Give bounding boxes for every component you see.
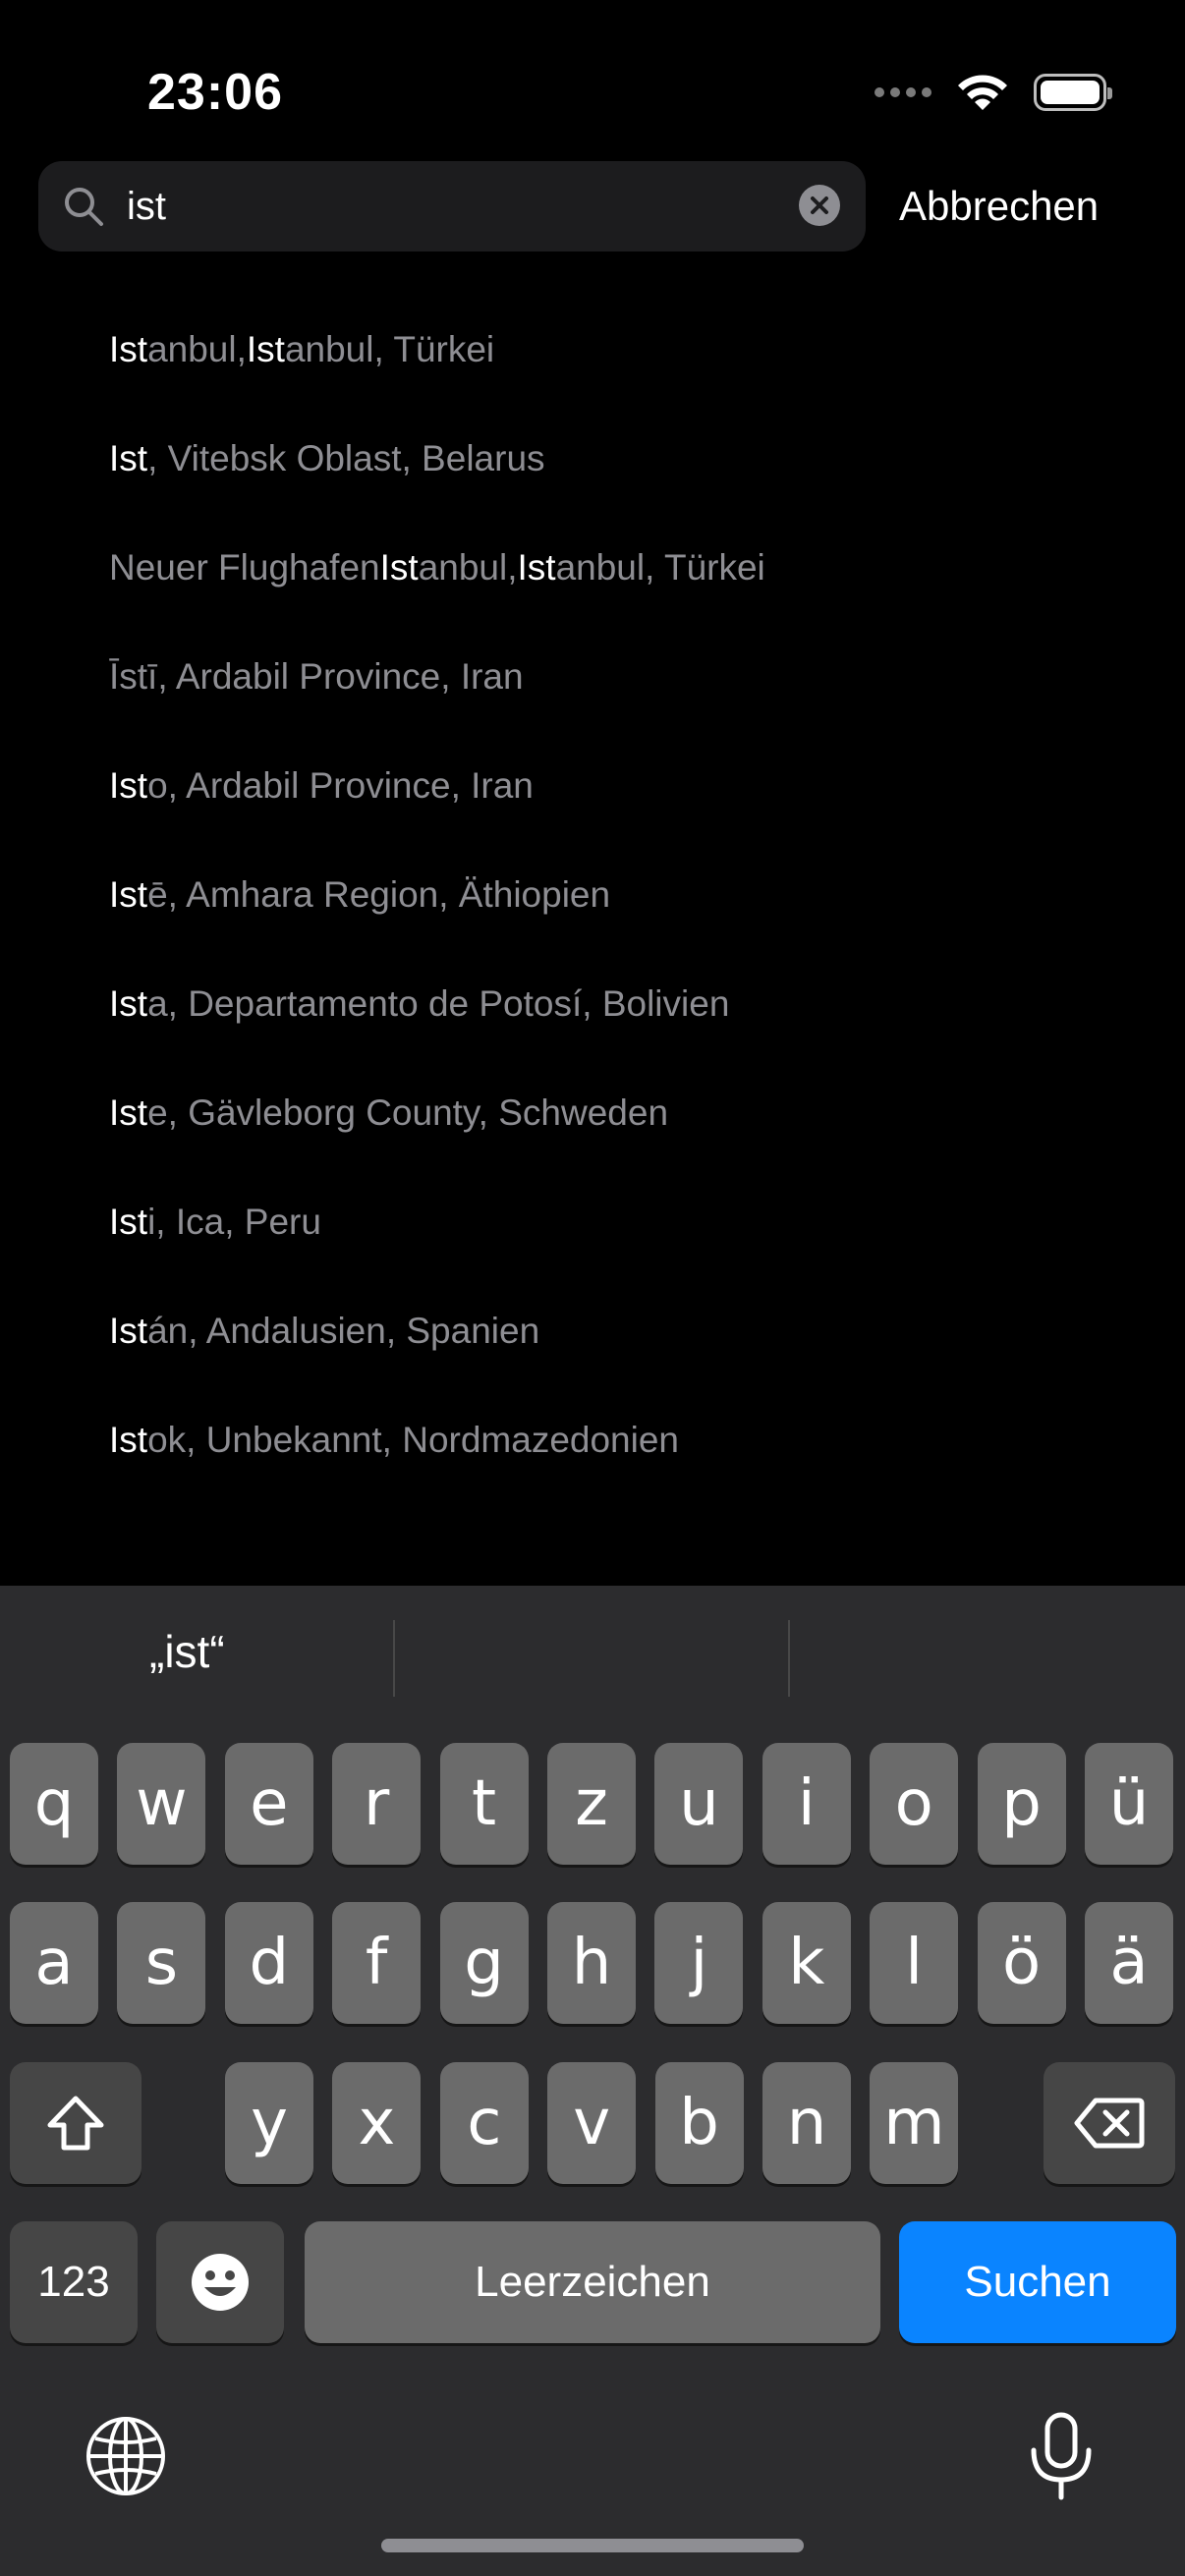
key-v[interactable]: v bbox=[547, 2062, 637, 2184]
key-ä[interactable]: ä bbox=[1085, 1902, 1173, 2024]
search-result-item[interactable]: Ist i, Ica, Peru bbox=[0, 1167, 1185, 1276]
backspace-key[interactable] bbox=[1044, 2062, 1175, 2184]
numbers-key[interactable]: 123 bbox=[10, 2221, 138, 2343]
key-j[interactable]: j bbox=[654, 1902, 744, 2024]
result-text: a, Departamento de Potosí, Bolivien bbox=[147, 982, 730, 1024]
clear-search-button[interactable] bbox=[799, 185, 840, 226]
key-e[interactable]: e bbox=[224, 1743, 313, 1865]
key-o[interactable]: o bbox=[870, 1743, 959, 1865]
result-match-text: Ist bbox=[109, 873, 148, 915]
suggestion-item[interactable]: „ist“ bbox=[149, 1625, 225, 1678]
result-match-text: Ist bbox=[109, 1310, 148, 1351]
result-text: o, Ardabil Province, Iran bbox=[147, 764, 534, 806]
result-match-text: Ist bbox=[379, 546, 419, 588]
key-ö[interactable]: ö bbox=[977, 1902, 1066, 2024]
key-p[interactable]: p bbox=[977, 1743, 1066, 1865]
shift-key[interactable] bbox=[10, 2062, 141, 2184]
status-icons bbox=[875, 73, 1112, 112]
result-match-text: Ist bbox=[109, 982, 148, 1024]
suggestion-bar: „ist“ bbox=[0, 1586, 1185, 1733]
search-result-item[interactable]: Ist a, Departamento de Potosí, Bolivien bbox=[0, 949, 1185, 1058]
key-c[interactable]: c bbox=[439, 2062, 529, 2184]
result-text: án, Andalusien, Spanien bbox=[147, 1310, 540, 1351]
result-match-text: Ist bbox=[109, 1092, 148, 1133]
microphone-icon[interactable] bbox=[1024, 2411, 1099, 2501]
search-result-item[interactable]: Ist ok, Unbekannt, Nordmazedonien bbox=[0, 1385, 1185, 1494]
result-match-text: Ist bbox=[109, 1201, 148, 1242]
key-k[interactable]: k bbox=[762, 1902, 851, 2024]
key-m[interactable]: m bbox=[870, 2062, 959, 2184]
emoji-key[interactable] bbox=[156, 2221, 284, 2343]
search-input[interactable]: ist bbox=[127, 183, 166, 230]
battery-icon bbox=[1034, 74, 1112, 111]
status-time: 23:06 bbox=[147, 64, 283, 121]
key-u[interactable]: u bbox=[654, 1743, 744, 1865]
result-text: anbul, Türkei bbox=[284, 328, 495, 369]
result-text: Neuer Flughafen bbox=[109, 546, 380, 588]
keyboard: „ist“ q w e r t z u i o p ü a s d f g h j k l ö ä y x c v b n m 123 Le… bbox=[0, 1586, 1185, 2576]
clear-icon bbox=[811, 196, 828, 214]
search-result-item[interactable]: Ist e, Gävleborg County, Schweden bbox=[0, 1058, 1185, 1167]
key-q[interactable]: q bbox=[10, 1743, 98, 1865]
wifi-icon bbox=[955, 73, 1010, 112]
result-text: e, Gävleborg County, Schweden bbox=[147, 1092, 669, 1133]
search-result-item[interactable]: Neuer Flughafen Ist anbul, Ist anbul, Türk… bbox=[0, 513, 1185, 622]
key-t[interactable]: t bbox=[439, 1743, 529, 1865]
search-result-item[interactable]: Ist án, Andalusien, Spanien bbox=[0, 1276, 1185, 1385]
shift-icon bbox=[47, 2096, 104, 2151]
suggestion-divider bbox=[788, 1620, 790, 1697]
search-field[interactable]: ist bbox=[38, 161, 866, 252]
result-match-text: Ist bbox=[246, 328, 285, 369]
key-n[interactable]: n bbox=[762, 2062, 851, 2184]
result-match-text: Ist bbox=[109, 764, 148, 806]
search-key[interactable]: Suchen bbox=[899, 2221, 1176, 2343]
key-b[interactable]: b bbox=[654, 2062, 744, 2184]
key-r[interactable]: r bbox=[332, 1743, 422, 1865]
result-text: i, Ica, Peru bbox=[147, 1201, 321, 1242]
search-result-item[interactable]: Ist, Vitebsk Oblast, Belarus bbox=[0, 404, 1185, 513]
key-f[interactable]: f bbox=[332, 1902, 422, 2024]
result-text: anbul, bbox=[418, 546, 518, 588]
key-s[interactable]: s bbox=[117, 1902, 206, 2024]
search-result-item[interactable]: Ist o, Ardabil Province, Iran bbox=[0, 731, 1185, 840]
key-x[interactable]: x bbox=[332, 2062, 422, 2184]
search-result-item[interactable]: Īstī, Ardabil Province, Iran bbox=[0, 622, 1185, 731]
key-ü[interactable]: ü bbox=[1085, 1743, 1173, 1865]
key-i[interactable]: i bbox=[762, 1743, 851, 1865]
result-match-text: Ist bbox=[109, 437, 148, 478]
key-a[interactable]: a bbox=[10, 1902, 98, 2024]
key-l[interactable]: l bbox=[870, 1902, 959, 2024]
result-text: , Vitebsk Oblast, Belarus bbox=[147, 437, 545, 478]
result-text: anbul, bbox=[147, 328, 247, 369]
result-text: ok, Unbekannt, Nordmazedonien bbox=[147, 1419, 680, 1460]
result-text: anbul, Türkei bbox=[555, 546, 765, 588]
key-h[interactable]: h bbox=[547, 1902, 636, 2024]
result-match-text: Ist bbox=[517, 546, 556, 588]
search-result-item[interactable]: Ist ē, Amhara Region, Äthiopien bbox=[0, 840, 1185, 949]
key-d[interactable]: d bbox=[224, 1902, 313, 2024]
home-indicator bbox=[381, 2539, 804, 2552]
result-match-text: Ist bbox=[109, 1419, 148, 1460]
result-match-text: Ist bbox=[109, 328, 148, 369]
cellular-signal-icon bbox=[875, 87, 931, 97]
result-text: Īstī, Ardabil Province, Iran bbox=[109, 655, 524, 697]
emoji-icon bbox=[192, 2254, 249, 2311]
search-icon bbox=[65, 188, 103, 226]
search-result-item[interactable]: Ist anbul, Ist anbul, Türkei bbox=[0, 295, 1185, 404]
cancel-button[interactable]: Abbrechen bbox=[899, 181, 1099, 232]
key-y[interactable]: y bbox=[225, 2062, 313, 2184]
globe-icon[interactable] bbox=[83, 2413, 169, 2499]
key-z[interactable]: z bbox=[547, 1743, 636, 1865]
suggestion-divider bbox=[393, 1620, 395, 1697]
backspace-icon bbox=[1074, 2098, 1145, 2149]
key-g[interactable]: g bbox=[439, 1902, 529, 2024]
key-w[interactable]: w bbox=[117, 1743, 206, 1865]
space-key[interactable]: Leerzeichen bbox=[305, 2221, 880, 2343]
search-results-list: Ist anbul, Ist anbul, Türkei Ist, Vitebsk O… bbox=[0, 295, 1185, 1494]
result-text: ē, Amhara Region, Äthiopien bbox=[147, 873, 611, 915]
